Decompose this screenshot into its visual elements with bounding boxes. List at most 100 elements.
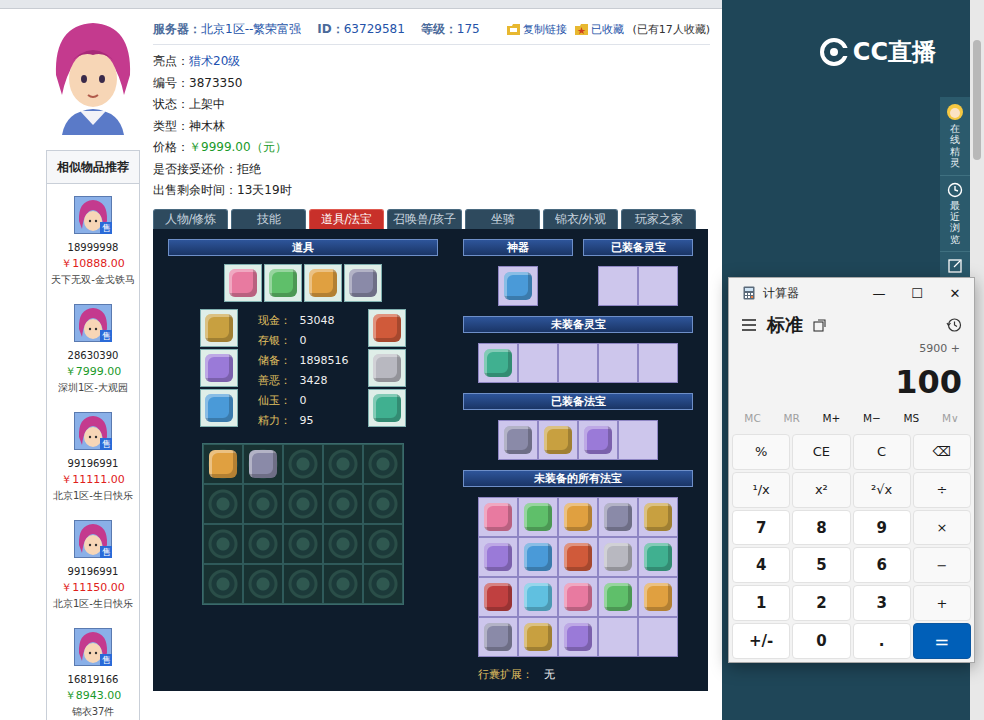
item-slot[interactable]: [598, 577, 638, 617]
item-slot[interactable]: [224, 264, 262, 302]
calc-key[interactable]: −: [913, 547, 971, 583]
toolbar-button[interactable]: 在线精灵: [940, 97, 970, 176]
tab[interactable]: 玩家之家: [621, 209, 696, 229]
similar-item[interactable]: 售 28630390 ￥7999.00 深圳1区-大观园: [47, 292, 139, 400]
item-slot[interactable]: [478, 617, 518, 657]
item-slot[interactable]: [558, 537, 598, 577]
item-slot[interactable]: [368, 309, 406, 347]
calc-key[interactable]: =: [913, 623, 971, 659]
item-slot[interactable]: [478, 497, 518, 537]
calc-key[interactable]: .: [853, 623, 911, 659]
memory-button[interactable]: M∨: [942, 412, 959, 424]
item-slot[interactable]: [478, 537, 518, 577]
memory-button[interactable]: M−: [863, 412, 881, 424]
item-icon: [504, 272, 532, 300]
similar-item[interactable]: 售 99196991 ￥11111.00 北京1区-生日快乐: [47, 400, 139, 508]
keep-on-top-icon[interactable]: [813, 319, 826, 332]
item-slot[interactable]: [538, 420, 578, 460]
tab[interactable]: 坐骑: [465, 209, 540, 229]
memory-button[interactable]: MS: [904, 412, 920, 424]
memory-button[interactable]: MR: [783, 412, 799, 424]
stat-row: 存银：0: [258, 331, 349, 351]
scrollbar-thumb[interactable]: [973, 40, 981, 160]
calc-key[interactable]: ¹/x: [732, 472, 790, 508]
calc-key[interactable]: +/-: [732, 623, 790, 659]
favorite-button[interactable]: 已收藏: [575, 22, 624, 37]
window-control[interactable]: —: [860, 286, 898, 301]
toolbar-button[interactable]: 最近浏览: [940, 176, 970, 253]
memory-button[interactable]: MC: [744, 412, 760, 424]
calc-key[interactable]: x²: [792, 472, 850, 508]
inventory-grid: [202, 443, 404, 605]
link-icon: [507, 24, 520, 35]
item-slot[interactable]: [638, 537, 678, 577]
item-slot[interactable]: [638, 577, 678, 617]
calc-key[interactable]: ÷: [913, 472, 971, 508]
item-slot[interactable]: [598, 537, 638, 577]
calc-key[interactable]: 2: [792, 585, 850, 621]
calc-key[interactable]: 4: [732, 547, 790, 583]
item-slot[interactable]: [203, 444, 243, 484]
calc-key[interactable]: 5: [792, 547, 850, 583]
menu-icon[interactable]: [741, 318, 757, 332]
folder-icon: [575, 24, 588, 35]
window-control[interactable]: ✕: [936, 286, 974, 301]
window-control[interactable]: ☐: [898, 286, 936, 301]
item-slot[interactable]: [478, 577, 518, 617]
empty-slot: [283, 484, 323, 524]
similar-item[interactable]: 售 16819166 ￥8943.00 锦衣37件: [47, 616, 139, 720]
item-slot[interactable]: [478, 343, 518, 383]
calc-key[interactable]: ×: [913, 510, 971, 546]
item-slot[interactable]: [200, 309, 238, 347]
item-icon: [524, 503, 552, 531]
item-slot[interactable]: [243, 444, 283, 484]
item-slot[interactable]: [558, 617, 598, 657]
copy-link-button[interactable]: 复制链接: [507, 22, 567, 37]
history-icon[interactable]: [946, 317, 962, 333]
item-slot[interactable]: [264, 264, 302, 302]
memory-row: MC MR M+ M− MS M∨: [729, 404, 974, 432]
calc-key[interactable]: 7: [732, 510, 790, 546]
item-slot[interactable]: [558, 577, 598, 617]
calc-key[interactable]: +: [913, 585, 971, 621]
calc-key[interactable]: ⌫: [913, 434, 971, 470]
item-slot[interactable]: [200, 349, 238, 387]
calc-key[interactable]: %: [732, 434, 790, 470]
tab[interactable]: 技能: [231, 209, 306, 229]
item-slot[interactable]: [498, 420, 538, 460]
tab[interactable]: 道具/法宝: [309, 209, 384, 229]
item-slot[interactable]: [518, 497, 558, 537]
item-slot[interactable]: [368, 349, 406, 387]
item-slot[interactable]: [558, 497, 598, 537]
calc-key[interactable]: 9: [853, 510, 911, 546]
item-price: ￥10888.00: [61, 256, 125, 272]
memory-button[interactable]: M+: [822, 412, 840, 424]
item-slot[interactable]: [598, 497, 638, 537]
item-slot[interactable]: [498, 266, 538, 306]
calc-key[interactable]: CE: [792, 434, 850, 470]
item-slot[interactable]: [368, 389, 406, 427]
calc-key[interactable]: 6: [853, 547, 911, 583]
calc-key[interactable]: 8: [792, 510, 850, 546]
calc-key[interactable]: 3: [853, 585, 911, 621]
tab[interactable]: 人物/修炼: [153, 209, 228, 229]
item-slot[interactable]: [518, 537, 558, 577]
item-slot[interactable]: [200, 389, 238, 427]
calc-key[interactable]: 1: [732, 585, 790, 621]
side-toolbar: 在线精灵 最近浏览: [940, 97, 970, 281]
item-icon: [373, 354, 401, 382]
similar-item[interactable]: 售 18999998 ￥10888.00 天下无双-金戈铁马: [47, 184, 139, 292]
calc-key[interactable]: ²√x: [853, 472, 911, 508]
calc-key[interactable]: C: [853, 434, 911, 470]
item-slot[interactable]: [518, 577, 558, 617]
tab[interactable]: 召唤兽/孩子: [387, 209, 462, 229]
empty-slot: [323, 524, 363, 564]
calc-key[interactable]: 0: [792, 623, 850, 659]
item-slot[interactable]: [638, 497, 678, 537]
item-slot[interactable]: [344, 264, 382, 302]
similar-item[interactable]: 售 99196991 ￥11150.00 北京1区-生日快乐: [47, 508, 139, 616]
item-slot[interactable]: [518, 617, 558, 657]
item-slot[interactable]: [304, 264, 342, 302]
item-slot[interactable]: [578, 420, 618, 460]
tab[interactable]: 锦衣/外观: [543, 209, 618, 229]
